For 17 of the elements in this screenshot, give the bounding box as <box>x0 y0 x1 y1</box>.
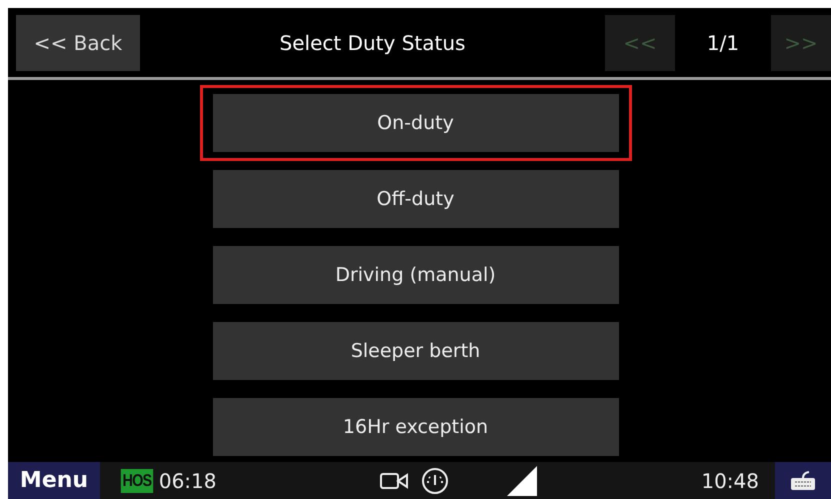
duty-status-button[interactable]: Sleeper berth <box>212 322 618 380</box>
hos-badge: HOS <box>120 468 153 492</box>
duty-status-button[interactable]: Driving (manual) <box>212 246 618 304</box>
gauge-icon[interactable] <box>421 466 450 494</box>
duty-status-button[interactable]: Off-duty <box>212 170 618 228</box>
duty-status-button[interactable]: On-duty <box>212 94 618 152</box>
duty-status-button[interactable]: 16Hr exception <box>212 398 618 456</box>
keyboard-button[interactable] <box>775 462 831 499</box>
menu-button[interactable]: Menu <box>8 462 100 499</box>
signal-icon <box>507 466 538 496</box>
video-camera-icon[interactable] <box>379 470 410 490</box>
back-button[interactable]: << Back <box>16 14 140 70</box>
clock: 10:48 <box>701 468 759 492</box>
screen-title: Select Duty Status <box>278 30 466 54</box>
page-indicator: 1/1 <box>706 30 740 54</box>
hos-time: 06:18 <box>158 468 216 492</box>
keyboard-icon <box>789 470 817 492</box>
